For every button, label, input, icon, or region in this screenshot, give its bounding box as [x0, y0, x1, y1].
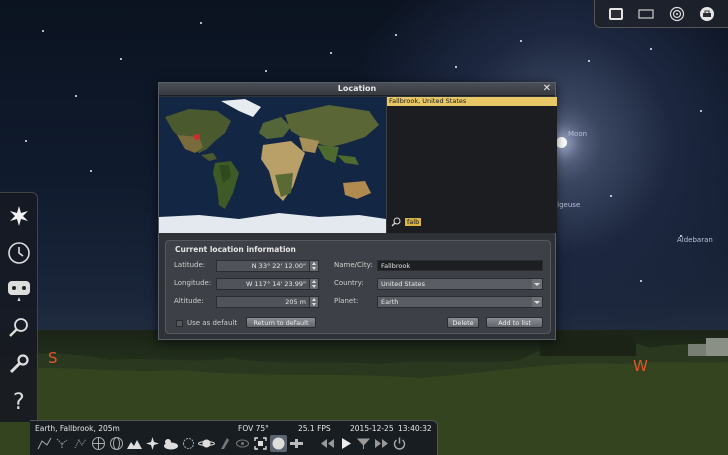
settings-icon[interactable]: [6, 351, 32, 377]
clock-icon[interactable]: [6, 240, 32, 266]
return-default-button[interactable]: Return to default: [246, 317, 316, 328]
location-info-panel: Current location information Latitude: N…: [165, 240, 551, 334]
location-dialog: Location ✕ Fallbrook, United States falb…: [158, 82, 557, 340]
info-heading: Current location information: [175, 245, 296, 254]
altitude-stepper[interactable]: [309, 297, 318, 307]
latitude-label: Latitude:: [174, 261, 206, 269]
latitude-spinbox[interactable]: N 33° 22' 12.00": [216, 260, 319, 272]
bottom-toolbar: Earth, Fallbrook, 205m FOV 75° 25.1 FPS …: [30, 420, 438, 455]
use-default-label: Use as default: [187, 319, 238, 327]
left-toolbar: ?: [0, 192, 38, 422]
top-toolbar: [594, 0, 728, 28]
name-city-label: Name/City:: [334, 261, 373, 269]
window-icon[interactable]: [636, 5, 656, 23]
world-map-image: [159, 97, 386, 233]
target-icon[interactable]: [667, 5, 687, 23]
location-search: falb: [391, 212, 422, 231]
longitude-label: Longitude:: [174, 279, 212, 287]
svg-text:?: ?: [13, 390, 25, 414]
selected-location-item[interactable]: Fallbrook, United States: [387, 97, 557, 106]
use-default-checkbox[interactable]: [176, 320, 183, 327]
west-cardinal: W: [633, 357, 648, 375]
latitude-stepper[interactable]: [309, 261, 318, 271]
location-list[interactable]: Fallbrook, United States falb: [386, 97, 557, 233]
sky-culture-icon[interactable]: [6, 277, 32, 303]
fov-status: FOV 75°: [238, 424, 269, 433]
dialog-titlebar[interactable]: Location ✕: [159, 83, 555, 96]
location-status: Earth, Fallbrook, 205m: [35, 424, 120, 433]
cardinal-points-icon[interactable]: [144, 435, 161, 452]
longitude-spinbox[interactable]: W 117° 14' 23.99": [216, 278, 319, 290]
sun-icon[interactable]: [6, 203, 32, 229]
name-city-field[interactable]: Fallbrook: [377, 260, 543, 271]
lock-icon[interactable]: [697, 5, 717, 23]
constellation-art-icon[interactable]: [72, 435, 89, 452]
planet-value: Earth: [381, 298, 399, 306]
fast-forward-icon[interactable]: [373, 435, 390, 452]
country-label: Country:: [334, 279, 364, 287]
time-status: 13:40:32: [398, 424, 432, 433]
dialog-title: Location: [337, 84, 377, 93]
planet-select[interactable]: Earth: [377, 296, 543, 308]
longitude-stepper[interactable]: [309, 279, 318, 289]
search-icon[interactable]: [6, 314, 32, 340]
night-mode-icon[interactable]: [234, 435, 251, 452]
date-status: 2015-12-25: [350, 424, 394, 433]
help-icon[interactable]: ?: [6, 388, 32, 414]
south-cardinal: S: [48, 349, 58, 367]
ground-icon[interactable]: [126, 435, 143, 452]
altitude-value: 205 m: [285, 298, 306, 306]
equatorial-grid-icon[interactable]: [90, 435, 107, 452]
moon-label: Moon: [568, 130, 588, 138]
country-select[interactable]: United States: [377, 278, 543, 290]
atmosphere-icon[interactable]: [162, 435, 179, 452]
moon-object[interactable]: [556, 137, 567, 148]
planets-icon[interactable]: [198, 435, 215, 452]
constellation-labels-icon[interactable]: [54, 435, 71, 452]
rewind-icon[interactable]: [319, 435, 336, 452]
world-map[interactable]: [159, 97, 386, 233]
altitude-spinbox[interactable]: 205 m: [216, 296, 319, 308]
equatorial-mount-icon[interactable]: [216, 435, 233, 452]
country-value: United States: [381, 280, 426, 288]
quit-icon[interactable]: [391, 435, 408, 452]
chevron-down-icon: [532, 297, 542, 307]
altitude-label: Altitude:: [174, 297, 204, 305]
latitude-value: N 33° 22' 12.00": [251, 262, 306, 270]
chevron-down-icon: [532, 279, 542, 289]
real-time-icon[interactable]: [355, 435, 372, 452]
azimuthal-grid-icon[interactable]: [108, 435, 125, 452]
planet-label: Planet:: [334, 297, 359, 305]
play-icon[interactable]: [337, 435, 354, 452]
longitude-value: W 117° 14' 23.99": [246, 280, 306, 288]
add-to-list-button[interactable]: Add to list: [486, 317, 543, 328]
search-icon: [391, 212, 401, 231]
nebulae-icon[interactable]: [180, 435, 197, 452]
full-screen-icon[interactable]: [252, 435, 269, 452]
satellites-icon[interactable]: [288, 435, 305, 452]
delete-button[interactable]: Delete: [447, 317, 479, 328]
close-icon[interactable]: ✕: [543, 84, 551, 94]
constellation-lines-icon[interactable]: [36, 435, 53, 452]
aldebaran-label: Aldebaran: [677, 236, 713, 244]
screen-icon[interactable]: [606, 5, 626, 23]
fps-status: 25.1 FPS: [298, 424, 331, 433]
track-object-icon[interactable]: [270, 435, 287, 452]
search-input[interactable]: falb: [405, 217, 422, 226]
